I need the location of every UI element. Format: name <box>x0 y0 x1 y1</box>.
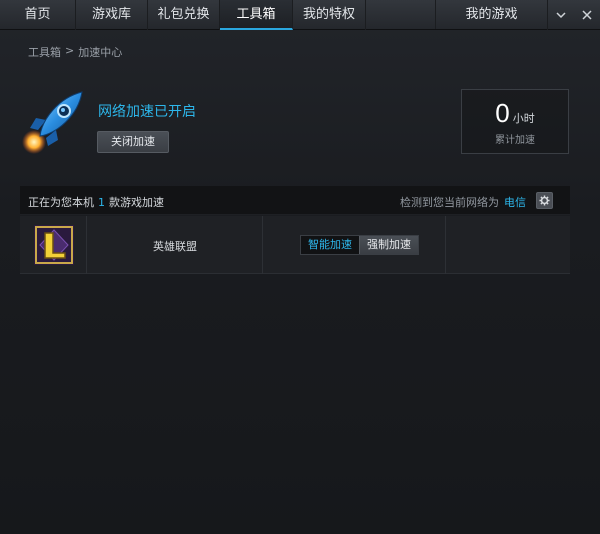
tab-my-games[interactable]: 我的游戏 <box>436 0 548 30</box>
tab-gift-redeem[interactable]: 礼包兑换 <box>148 0 220 30</box>
close-icon[interactable] <box>574 0 600 30</box>
breadcrumb-root[interactable]: 工具箱 <box>28 44 61 60</box>
acceleration-info-bar: 正在为您本机 1 款游戏加速 检测到您当前网络为 电信 <box>20 186 570 215</box>
game-name: 英雄联盟 <box>153 240 197 253</box>
acceleration-status: 网络加速已开启 <box>98 104 196 120</box>
game-row: 英雄联盟 智能加速 强制加速 <box>20 216 570 274</box>
tab-home[interactable]: 首页 <box>0 0 76 30</box>
accelerating-games-text: 正在为您本机 1 款游戏加速 <box>28 194 164 210</box>
accel-count: 1 <box>98 196 105 209</box>
smart-acceleration-button[interactable]: 智能加速 <box>301 236 359 254</box>
game-icon-cell <box>20 216 87 274</box>
close-acceleration-button[interactable]: 关闭加速 <box>97 131 169 153</box>
rocket-icon <box>22 91 83 154</box>
gear-icon[interactable] <box>536 192 553 209</box>
accel-suffix: 款游戏加速 <box>109 196 164 209</box>
accumulated-hours-box: 0 小时 累计加速 <box>461 89 569 154</box>
tab-my-privileges[interactable]: 我的特权 <box>293 0 366 30</box>
game-mode-cell: 智能加速 强制加速 <box>263 216 446 274</box>
nav-spacer <box>366 0 436 29</box>
accel-prefix: 正在为您本机 <box>28 196 94 209</box>
hours-value: 0 <box>495 98 510 128</box>
breadcrumb: 工具箱 > 加速中心 <box>28 44 122 60</box>
isp-link[interactable]: 电信 <box>504 194 526 210</box>
hours-caption: 累计加速 <box>495 135 535 146</box>
breadcrumb-current: 加速中心 <box>78 46 123 59</box>
hours-unit: 小时 <box>512 112 535 125</box>
tab-toolbox[interactable]: 工具箱 <box>220 0 293 30</box>
top-nav: 首页 游戏库 礼包兑换 工具箱 我的特权 我的游戏 <box>0 0 600 30</box>
force-acceleration-button[interactable]: 强制加速 <box>359 236 418 254</box>
acceleration-mode-toggle: 智能加速 强制加速 <box>300 235 419 255</box>
game-name-cell: 英雄联盟 <box>87 216 263 274</box>
network-detect-text: 检测到您当前网络为 <box>400 196 499 209</box>
breadcrumb-separator: > <box>65 44 75 57</box>
league-of-legends-icon[interactable] <box>34 225 74 265</box>
tab-game-library[interactable]: 游戏库 <box>76 0 148 30</box>
game-extra-cell <box>446 216 570 274</box>
minimize-icon[interactable] <box>548 0 574 30</box>
